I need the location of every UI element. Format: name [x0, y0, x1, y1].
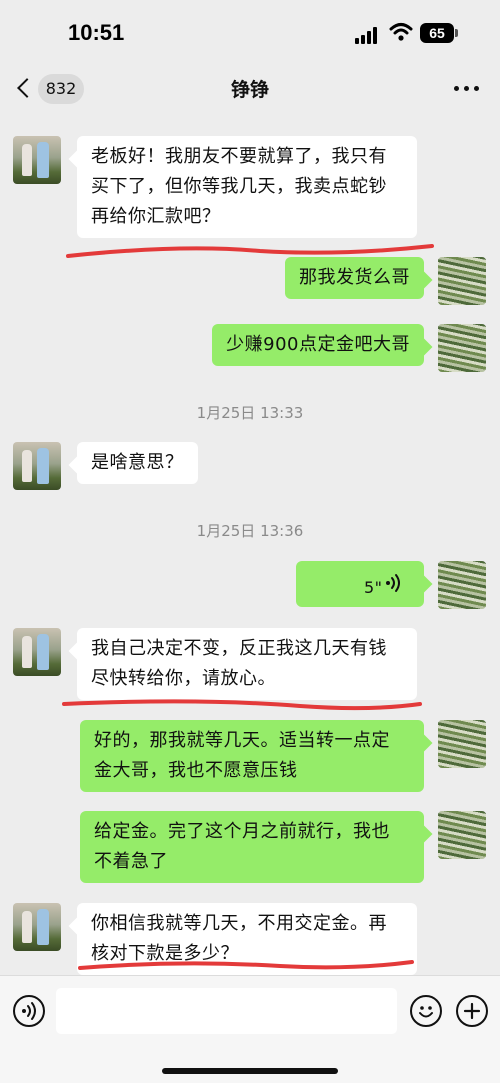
contact-avatar[interactable]: [13, 628, 61, 676]
emoji-button[interactable]: [410, 995, 442, 1027]
status-time: 10:51: [68, 20, 125, 45]
message-bubble[interactable]: 是啥意思？: [77, 442, 198, 484]
unread-count-badge: 832: [38, 74, 84, 104]
add-icon: [463, 1002, 481, 1020]
contact-avatar[interactable]: [13, 903, 61, 951]
chat-header: 832 铮铮: [0, 64, 500, 114]
back-button[interactable]: 832: [14, 74, 89, 104]
emoji-icon: [419, 1006, 433, 1018]
voice-mode-button[interactable]: [13, 995, 45, 1027]
message-timestamp: 1月25日 13:36: [196, 522, 304, 540]
self-avatar[interactable]: [438, 811, 486, 859]
self-avatar[interactable]: [438, 324, 486, 372]
home-indicator: [162, 1068, 338, 1074]
add-button[interactable]: [456, 995, 488, 1027]
message-bubble[interactable]: 好的，那我就等几天。适当转一点定 金大哥，我也不愿意压钱: [80, 720, 424, 792]
voice-message-bubble[interactable]: 5": [296, 561, 424, 607]
message-line: 好的，那我就等几天。适当转一点定: [94, 730, 390, 751]
self-avatar[interactable]: [438, 561, 486, 609]
input-bar: [0, 975, 500, 1083]
chat-title: 铮铮: [230, 79, 269, 101]
voice-duration: 5": [364, 578, 383, 597]
red-underline-annotation: [78, 960, 414, 970]
message-line: 是啥意思？: [91, 452, 184, 473]
self-avatar[interactable]: [438, 257, 486, 305]
voice-mode-icon: [22, 1002, 36, 1020]
battery-indicator: 65: [420, 23, 458, 43]
message-bubble[interactable]: 少赚900点定金吧大哥: [212, 324, 424, 366]
message-input[interactable]: [56, 988, 397, 1034]
message-line: 你相信我就等几天，不用交定金。再: [91, 913, 387, 934]
message-line: 我自己决定不变，反正我这几天有钱: [91, 638, 387, 659]
message-bubble[interactable]: 那我发货么哥: [285, 257, 424, 299]
message-bubble[interactable]: 给定金。完了这个月之前就行，我也 不着急了: [80, 811, 424, 883]
self-avatar[interactable]: [438, 720, 486, 768]
contact-avatar[interactable]: [13, 442, 61, 490]
message-line: 少赚900点定金吧大哥: [226, 334, 410, 355]
back-chevron-icon: [17, 78, 37, 98]
voice-wave-icon: [386, 574, 400, 592]
message-list[interactable]: 老板好！我朋友不要就算了，我只有 买下了，但你等我几天，我卖点蛇钞 再给你汇款吧…: [0, 114, 500, 975]
status-bar: 10:51 65: [0, 0, 500, 64]
message-line: 给定金。完了这个月之前就行，我也: [94, 821, 390, 842]
message-line: 那我发货么哥: [299, 267, 410, 288]
message-line: 不着急了: [94, 851, 168, 872]
red-underline-annotation: [66, 244, 434, 258]
message-line: 金大哥，我也不愿意压钱: [94, 760, 298, 781]
wifi-icon: [389, 23, 413, 41]
more-icon[interactable]: [452, 76, 482, 100]
red-underline-annotation: [62, 699, 422, 711]
message-timestamp: 1月25日 13:33: [196, 404, 304, 422]
signal-icon: [355, 26, 381, 44]
